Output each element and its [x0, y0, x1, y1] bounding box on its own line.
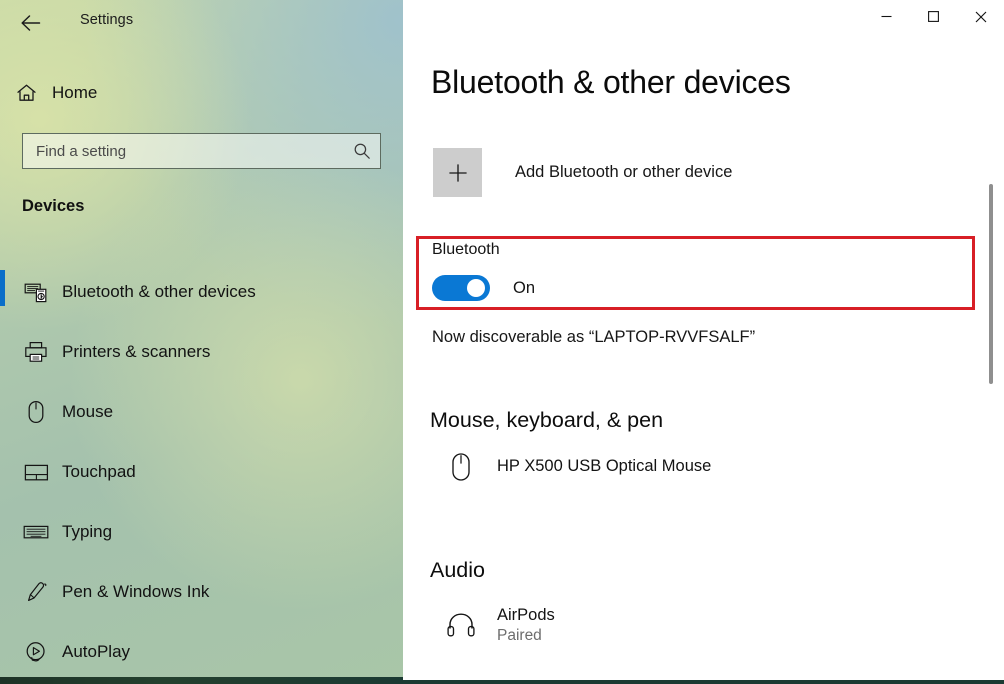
maximize-icon	[928, 11, 939, 22]
bluetooth-devices-icon	[10, 281, 62, 303]
sidebar-nav-list: Bluetooth & other devices Printers & sca…	[0, 262, 403, 682]
minimize-icon	[881, 15, 892, 18]
sidebar-item-typing[interactable]: Typing	[0, 502, 403, 562]
sidebar-item-label: Touchpad	[62, 462, 136, 481]
sidebar-item-mouse[interactable]: Mouse	[0, 382, 403, 442]
bluetooth-toggle[interactable]	[432, 275, 490, 301]
keyboard-icon	[10, 524, 62, 540]
discoverable-text: Now discoverable as “LAPTOP-RVVFSALF”	[432, 328, 756, 346]
autoplay-icon	[10, 640, 62, 664]
sidebar-item-label: Printers & scanners	[62, 342, 211, 361]
window-bottom-band	[403, 680, 1004, 684]
selection-indicator	[0, 270, 5, 306]
window-controls	[863, 0, 1004, 44]
minimize-button[interactable]	[863, 0, 910, 33]
plus-icon	[433, 148, 482, 197]
sidebar-item-autoplay[interactable]: AutoPlay	[0, 622, 403, 682]
bluetooth-toggle-state: On	[513, 278, 536, 297]
mouse-icon	[435, 452, 487, 482]
group-heading-audio: Audio	[430, 558, 485, 582]
home-icon	[0, 83, 52, 103]
search-icon[interactable]	[344, 134, 380, 168]
add-device-label: Add Bluetooth or other device	[515, 163, 733, 181]
pen-icon	[10, 580, 62, 604]
sidebar-item-touchpad[interactable]: Touchpad	[0, 442, 403, 502]
sidebar-item-home[interactable]: Home	[0, 74, 370, 112]
touchpad-icon	[10, 463, 62, 482]
toggle-knob	[467, 279, 485, 297]
headphones-icon	[435, 611, 487, 639]
sidebar: Settings Home Devices	[0, 0, 403, 684]
scrollbar-track[interactable]	[987, 44, 1001, 684]
bluetooth-toggle-row: On	[432, 275, 535, 301]
bluetooth-label: Bluetooth	[432, 241, 500, 258]
sidebar-item-label: AutoPlay	[62, 642, 131, 661]
main-content: Bluetooth & other devices Add Bluetooth …	[403, 0, 1004, 684]
device-texts: HP X500 USB Optical Mouse	[497, 456, 711, 477]
back-arrow-icon	[21, 15, 41, 31]
scrollbar-thumb[interactable]	[989, 184, 993, 384]
mouse-icon	[10, 400, 62, 424]
close-button[interactable]	[957, 0, 1004, 33]
page-title: Bluetooth & other devices	[431, 64, 791, 100]
sidebar-bottom-band	[0, 677, 403, 684]
window-title: Settings	[80, 12, 134, 28]
maximize-button[interactable]	[910, 0, 957, 33]
sidebar-item-label: Mouse	[62, 402, 114, 421]
search-box[interactable]	[22, 133, 381, 169]
sidebar-item-printers-scanners[interactable]: Printers & scanners	[0, 322, 403, 382]
settings-window: Settings Home Devices	[0, 0, 1004, 684]
group-heading-mouse-keyboard-pen: Mouse, keyboard, & pen	[430, 408, 664, 432]
device-name: AirPods	[497, 606, 555, 624]
printer-icon	[10, 341, 62, 363]
sidebar-item-label: Bluetooth & other devices	[62, 282, 256, 301]
add-bluetooth-device-button[interactable]: Add Bluetooth or other device	[433, 148, 732, 197]
device-row[interactable]: AirPods Paired	[435, 605, 555, 646]
sidebar-section-header: Devices	[22, 197, 85, 215]
device-status: Paired	[497, 627, 542, 645]
sidebar-item-home-label: Home	[52, 83, 98, 102]
back-button[interactable]	[14, 8, 48, 38]
device-name: HP X500 USB Optical Mouse	[497, 457, 712, 476]
sidebar-item-label: Typing	[62, 522, 113, 541]
sidebar-item-pen-windows-ink[interactable]: Pen & Windows Ink	[0, 562, 403, 622]
device-row[interactable]: HP X500 USB Optical Mouse	[435, 452, 711, 482]
window-titlebar-left: Settings	[0, 0, 403, 44]
search-input[interactable]	[23, 142, 344, 160]
sidebar-item-bluetooth-other-devices[interactable]: Bluetooth & other devices	[0, 262, 403, 322]
sidebar-item-label: Pen & Windows Ink	[62, 582, 210, 601]
close-icon	[975, 11, 986, 22]
device-texts: AirPods Paired	[497, 605, 555, 646]
